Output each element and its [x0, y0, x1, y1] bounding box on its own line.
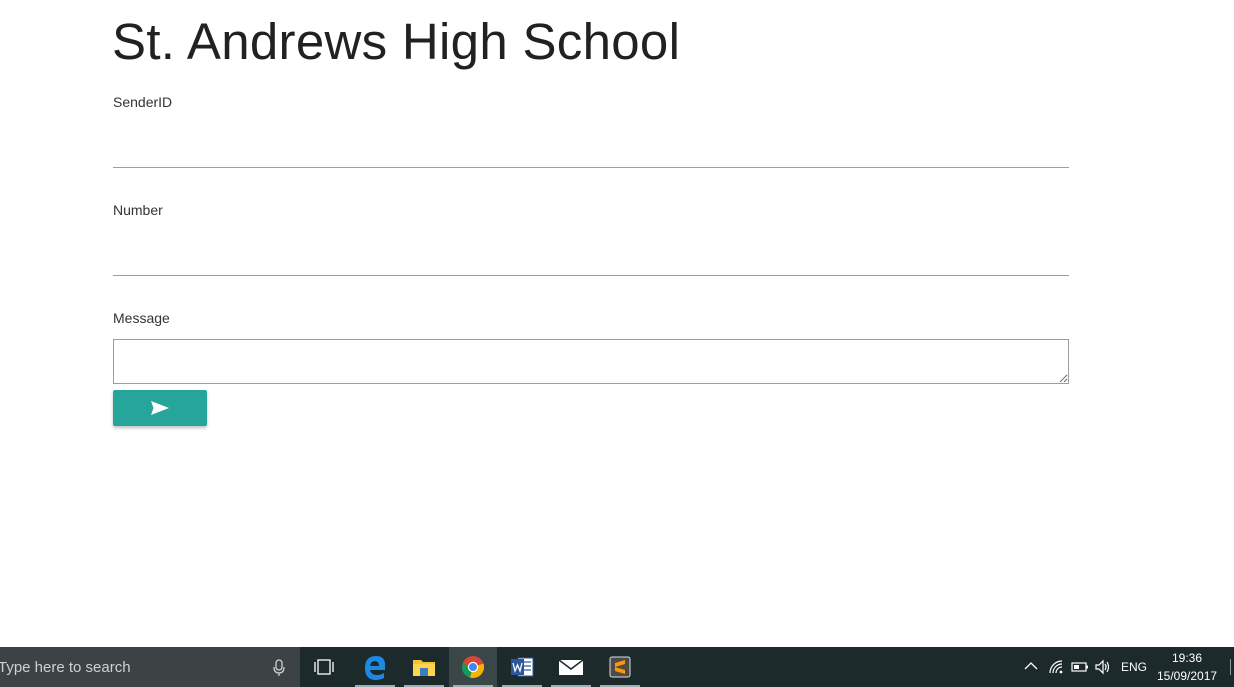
sender-id-label: SenderID [113, 94, 173, 110]
number-label: Number [113, 202, 163, 218]
page-title: St. Andrews High School [112, 13, 681, 70]
send-icon [151, 401, 169, 415]
chevron-up-icon[interactable] [1024, 661, 1038, 671]
sublime-text-icon [609, 656, 631, 678]
taskbar-edge[interactable] [351, 647, 399, 687]
microphone-icon[interactable] [272, 659, 286, 677]
edge-icon [365, 656, 386, 680]
volume-icon[interactable] [1094, 659, 1112, 675]
number-input[interactable] [113, 246, 1069, 276]
sender-id-input[interactable] [113, 138, 1069, 168]
clock-date[interactable]: 15/09/2017 [1157, 669, 1217, 683]
mail-icon [558, 659, 584, 675]
word-icon [511, 657, 534, 677]
taskbar-word[interactable] [498, 647, 546, 687]
chrome-icon [461, 656, 485, 679]
taskbar-search-placeholder: Type here to search [0, 659, 131, 676]
clock-time[interactable]: 19:36 [1172, 651, 1202, 665]
taskbar-chrome[interactable] [449, 647, 497, 687]
language-indicator[interactable]: ENG [1121, 660, 1147, 674]
network-icon[interactable] [1048, 659, 1064, 675]
task-view-icon [314, 659, 334, 675]
message-label: Message [113, 310, 170, 326]
battery-icon[interactable] [1071, 661, 1089, 673]
taskbar-mail[interactable] [547, 647, 595, 687]
message-textarea[interactable] [113, 339, 1069, 384]
show-desktop-button[interactable] [1230, 659, 1234, 675]
taskbar-search-box[interactable]: Type here to search [0, 647, 300, 687]
taskbar: Type here to search ENG 19:36 15/09/2017 [0, 647, 1234, 687]
taskbar-sublime[interactable] [596, 647, 644, 687]
task-view-button[interactable] [300, 647, 348, 687]
folder-icon [413, 660, 435, 676]
send-button[interactable] [113, 390, 207, 426]
taskbar-file-explorer[interactable] [400, 647, 448, 687]
